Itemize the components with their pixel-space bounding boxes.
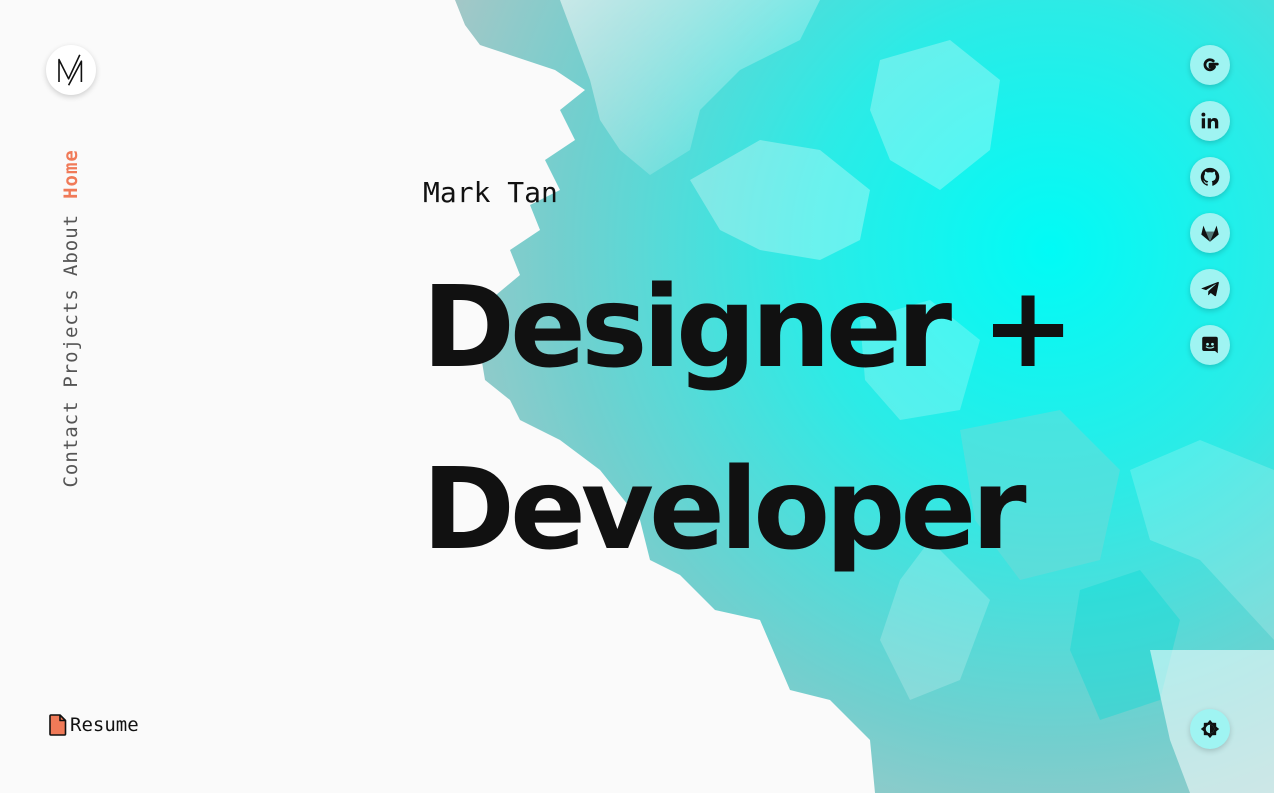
logo[interactable] <box>46 45 96 95</box>
nav-item-about[interactable]: About <box>60 214 82 276</box>
hero-name: Mark Tan <box>423 176 558 209</box>
theme-toggle-button[interactable] <box>1190 709 1230 749</box>
gitlab-icon <box>1201 225 1219 242</box>
nav-item-home[interactable]: Home <box>60 149 82 199</box>
google-link[interactable] <box>1190 45 1230 85</box>
telegram-link[interactable] <box>1190 269 1230 309</box>
hero-headline-line2: Developer <box>422 445 1027 575</box>
portfolio-page: Home About Projects Contact Mark Tan Des… <box>0 0 1274 793</box>
hero-background-art <box>455 0 1274 793</box>
resume-label: Resume <box>70 714 139 736</box>
nav-item-projects[interactable]: Projects <box>60 288 82 388</box>
mt-monogram-logo <box>58 54 83 86</box>
hero-headline-line1: Designer + <box>422 263 1075 393</box>
gitlab-link[interactable] <box>1190 213 1230 253</box>
linkedin-link[interactable] <box>1190 101 1230 141</box>
github-link[interactable] <box>1190 157 1230 197</box>
telegram-icon <box>1201 281 1219 297</box>
github-icon <box>1200 167 1220 186</box>
theme-toggle-icon <box>1200 719 1220 739</box>
google-icon <box>1203 58 1219 72</box>
linkedin-icon <box>1201 112 1219 129</box>
discord-icon <box>1202 336 1218 354</box>
discord-link[interactable] <box>1190 325 1230 365</box>
nav-item-contact[interactable]: Contact <box>60 400 82 487</box>
resume-link[interactable]: Resume <box>49 714 139 736</box>
file-icon <box>49 714 67 736</box>
